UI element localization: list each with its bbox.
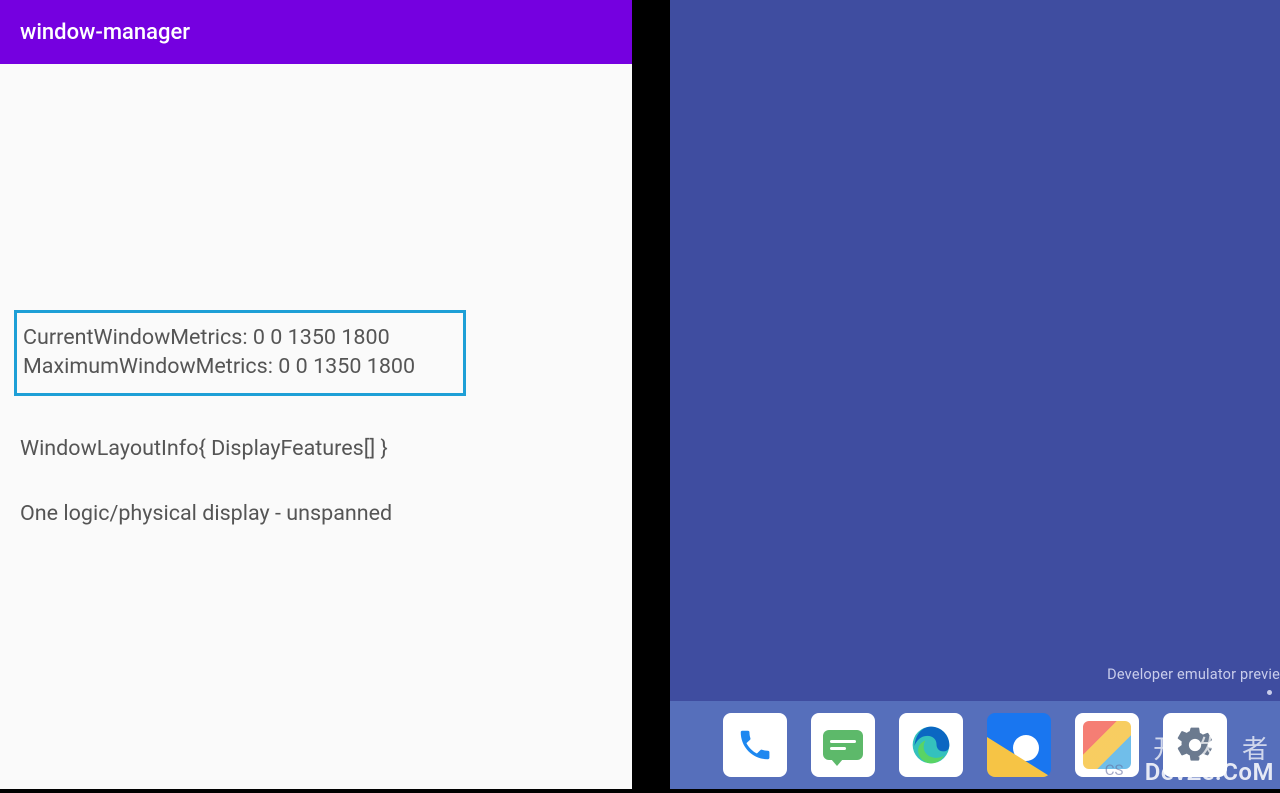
window-layout-info: WindowLayoutInfo{ DisplayFeatures[] } xyxy=(14,436,618,461)
spacer xyxy=(14,64,618,310)
messages-icon[interactable] xyxy=(811,713,875,777)
app-pane: window-manager CurrentWindowMetrics: 0 0… xyxy=(0,0,632,789)
camera-icon[interactable] xyxy=(987,713,1051,777)
bottom-edge xyxy=(0,789,632,793)
app-body: CurrentWindowMetrics: 0 0 1350 1800 Maxi… xyxy=(0,64,632,789)
settings-icon[interactable] xyxy=(1163,713,1227,777)
app-bar: window-manager xyxy=(0,0,632,64)
app-title: window-manager xyxy=(20,20,190,45)
home-pane[interactable]: Developer emulator previe CS 开 发 者 Dev xyxy=(670,0,1280,789)
edge-icon[interactable] xyxy=(899,713,963,777)
current-window-metrics: CurrentWindowMetrics: 0 0 1350 1800 xyxy=(23,323,457,352)
dual-screen-root: window-manager CurrentWindowMetrics: 0 0… xyxy=(0,0,1280,793)
developer-preview-label: Developer emulator previe xyxy=(1107,666,1280,683)
span-state-text: One logic/physical display - unspanned xyxy=(14,501,618,526)
maximum-window-metrics: MaximumWindowMetrics: 0 0 1350 1800 xyxy=(23,352,457,381)
window-metrics-box: CurrentWindowMetrics: 0 0 1350 1800 Maxi… xyxy=(14,310,466,396)
gallery-icon[interactable] xyxy=(1075,713,1139,777)
pager-dot xyxy=(1267,690,1272,695)
device-hinge xyxy=(632,0,670,789)
phone-icon[interactable] xyxy=(723,713,787,777)
dock xyxy=(670,701,1280,789)
